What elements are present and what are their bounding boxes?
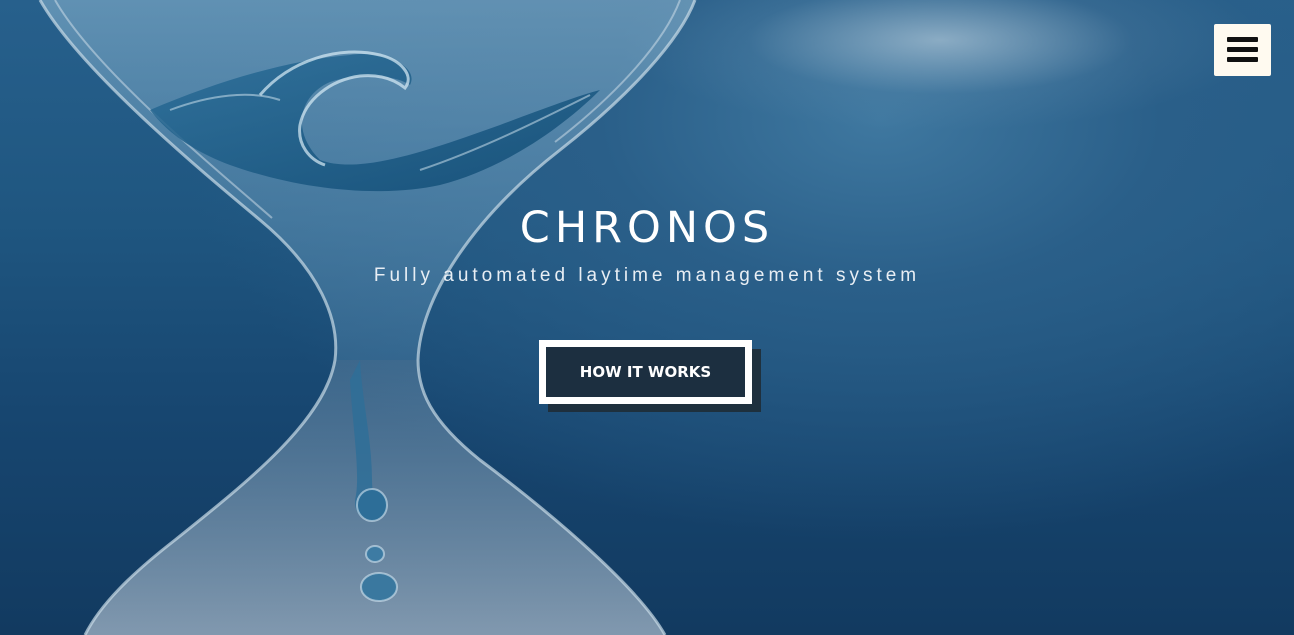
hourglass-background-image: [38, 0, 697, 635]
how-it-works-button[interactable]: HOW IT WORKS: [539, 340, 752, 404]
hero-title: CHRONOS: [519, 203, 775, 253]
hamburger-menu-button[interactable]: [1214, 24, 1271, 76]
hero-section: CHRONOS Fully automated laytime manageme…: [0, 0, 1294, 635]
hero-subtitle: Fully automated laytime management syste…: [373, 265, 921, 286]
